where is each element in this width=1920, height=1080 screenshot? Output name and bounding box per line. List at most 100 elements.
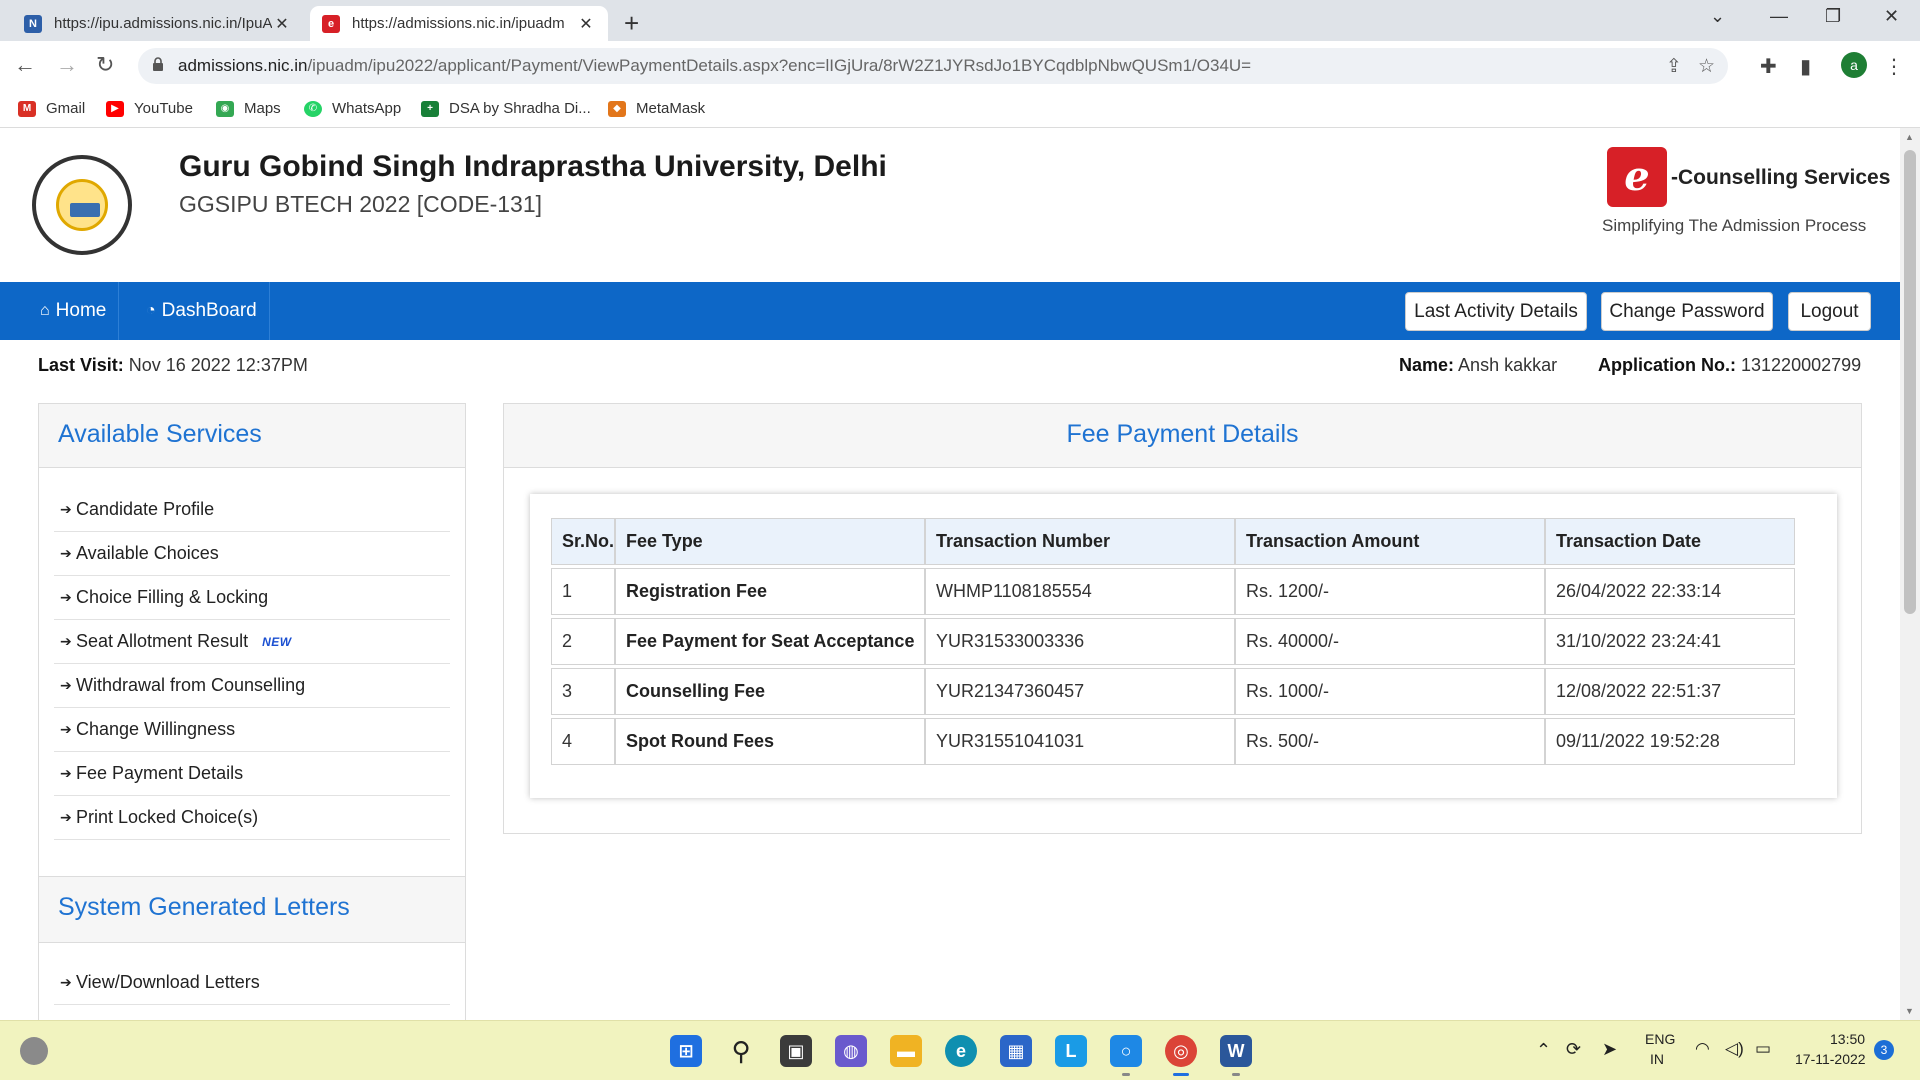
cell-transaction-number: YUR21347360457	[925, 668, 1235, 715]
clock-time[interactable]: 13:50	[1830, 1031, 1865, 1047]
forward-arrow-icon[interactable]: →	[56, 52, 78, 78]
letters-panel: System Generated Letters ➔ View/Download …	[38, 876, 466, 1020]
page-scrollbar[interactable]: ▲ ▼	[1900, 128, 1920, 1020]
windows-start-icon[interactable]: ⊞	[670, 1035, 702, 1067]
table-row: 3 Counselling Fee YUR21347360457 Rs. 100…	[551, 668, 1805, 715]
browser-tab-1[interactable]: N https://ipu.admissions.nic.in/IpuA ✕	[12, 6, 304, 41]
volume-icon[interactable]: ◁)	[1725, 1039, 1744, 1059]
close-tab-icon[interactable]: ✕	[576, 14, 596, 34]
nav-dashboard[interactable]: ◔ DashBoard	[136, 282, 270, 340]
bookmarks-bar: M Gmail ▶ YouTube ◉ Maps ✆ WhatsApp + DS…	[0, 90, 1920, 128]
profile-avatar[interactable]: a	[1841, 52, 1867, 78]
whatsapp-icon: ✆	[304, 100, 322, 117]
file-explorer-icon[interactable]: ▬	[890, 1035, 922, 1067]
cell-date: 09/11/2022 19:52:28	[1545, 718, 1795, 765]
word-icon[interactable]: W	[1220, 1035, 1252, 1067]
bookmark-star-icon[interactable]: ☆	[1698, 55, 1715, 78]
arrow-right-icon: ➔	[60, 545, 72, 561]
cell-srno: 2	[551, 618, 615, 665]
cell-transaction-number: YUR31551041031	[925, 718, 1235, 765]
menu-kebab-icon[interactable]: ⋮	[1884, 54, 1904, 79]
arrow-right-icon: ➔	[60, 974, 72, 990]
service-choice-filling[interactable]: ➔ Choice Filling & Locking	[54, 576, 450, 620]
bookmark-gmail[interactable]: M Gmail	[18, 100, 85, 117]
bookmark-whatsapp[interactable]: ✆ WhatsApp	[304, 100, 401, 117]
cell-fee-type: Fee Payment for Seat Acceptance	[615, 618, 925, 665]
tab-title: https://ipu.admissions.nic.in/IpuA	[54, 15, 272, 32]
last-activity-button[interactable]: Last Activity Details	[1405, 292, 1587, 331]
arrow-right-icon: ➔	[60, 633, 72, 649]
chrome-icon[interactable]: ◎	[1165, 1035, 1197, 1067]
panel-title: Fee Payment Details	[1066, 420, 1299, 448]
service-available-choices[interactable]: ➔ Available Choices	[54, 532, 450, 576]
browser-tab-2[interactable]: e https://admissions.nic.in/ipuadm ✕	[310, 6, 608, 41]
windows-taskbar: ⊞ ⚲ ▣ ◍ ▬ e ▦ L ○ ◎ W ⌃ ⟳ ➤ ENG IN ◠ ◁) …	[0, 1020, 1920, 1080]
reload-icon[interactable]: ↻	[96, 52, 114, 78]
weather-widget-icon[interactable]	[20, 1037, 48, 1065]
sync-icon[interactable]: ⟳	[1566, 1039, 1581, 1060]
tray-chevron-up-icon[interactable]: ⌃	[1536, 1040, 1551, 1061]
notification-badge[interactable]: 3	[1874, 1040, 1894, 1060]
column-header: Transaction Date	[1545, 518, 1795, 565]
input-region[interactable]: IN	[1650, 1051, 1664, 1067]
location-icon[interactable]: ➤	[1602, 1039, 1617, 1060]
service-withdrawal[interactable]: ➔ Withdrawal from Counselling	[54, 664, 450, 708]
bookmark-dsa[interactable]: + DSA by Shradha Di...	[421, 100, 591, 117]
panel-title: Available Services	[58, 420, 262, 448]
column-header: Transaction Amount	[1235, 518, 1545, 565]
store-icon[interactable]: ▦	[1000, 1035, 1032, 1067]
arrow-right-icon: ➔	[60, 501, 72, 517]
minimize-icon[interactable]: —	[1770, 6, 1788, 27]
arrow-right-icon: ➔	[60, 765, 72, 781]
extensions-puzzle-icon[interactable]: ✚	[1760, 54, 1777, 79]
edge-browser-icon[interactable]: e	[945, 1035, 977, 1067]
task-view-icon[interactable]: ▣	[780, 1035, 812, 1067]
share-icon[interactable]: ⇪	[1666, 55, 1682, 78]
service-candidate-profile[interactable]: ➔ Candidate Profile	[54, 488, 450, 532]
app-ring-icon[interactable]: ○	[1110, 1035, 1142, 1067]
service-seat-allotment[interactable]: ➔ Seat Allotment Result NEW	[54, 620, 450, 664]
arrow-right-icon: ➔	[60, 721, 72, 737]
arrow-right-icon: ➔	[60, 809, 72, 825]
l-app-icon[interactable]: L	[1055, 1035, 1087, 1067]
university-name: Guru Gobind Singh Indraprastha Universit…	[179, 150, 887, 183]
service-change-willingness[interactable]: ➔ Change Willingness	[54, 708, 450, 752]
cell-fee-type: Registration Fee	[615, 568, 925, 615]
service-fee-payment[interactable]: ➔ Fee Payment Details	[54, 752, 450, 796]
wifi-icon[interactable]: ◠	[1695, 1039, 1710, 1059]
clock-date[interactable]: 17-11-2022	[1795, 1051, 1866, 1067]
side-panel-icon[interactable]: ▮	[1800, 54, 1811, 79]
chat-icon[interactable]: ◍	[835, 1035, 867, 1067]
cell-amount: Rs. 1000/-	[1235, 668, 1545, 715]
cell-srno: 1	[551, 568, 615, 615]
battery-icon[interactable]: ▭	[1755, 1039, 1771, 1059]
close-tab-icon[interactable]: ✕	[272, 14, 292, 34]
restore-icon[interactable]: ❐	[1825, 6, 1841, 27]
fee-payment-panel: Fee Payment Details Sr.No. Fee Type Tran…	[503, 403, 1862, 834]
scrollbar-thumb[interactable]	[1904, 150, 1916, 614]
lock-icon	[153, 57, 163, 71]
bookmark-maps[interactable]: ◉ Maps	[216, 100, 281, 117]
logout-button[interactable]: Logout	[1788, 292, 1871, 331]
home-icon: ⌂	[40, 302, 50, 319]
tab-search-chevron-icon[interactable]: ⌄	[1710, 6, 1725, 27]
nav-home[interactable]: ⌂ Home	[40, 282, 120, 340]
scroll-down-arrow-icon[interactable]: ▼	[1905, 1006, 1914, 1016]
letters-view-download[interactable]: ➔ View/Download Letters	[54, 961, 450, 1005]
back-arrow-icon[interactable]: ←	[14, 52, 36, 78]
cell-date: 26/04/2022 22:33:14	[1545, 568, 1795, 615]
search-icon[interactable]: ⚲	[725, 1035, 757, 1067]
scroll-up-arrow-icon[interactable]: ▲	[1905, 132, 1914, 142]
input-language[interactable]: ENG	[1645, 1031, 1675, 1047]
change-password-button[interactable]: Change Password	[1601, 292, 1773, 331]
service-print-locked[interactable]: ➔ Print Locked Choice(s)	[54, 796, 450, 840]
cell-srno: 3	[551, 668, 615, 715]
bookmark-metamask[interactable]: ◆ MetaMask	[608, 100, 705, 117]
address-bar[interactable]: admissions.nic.in/ipuadm/ipu2022/applica…	[138, 48, 1728, 84]
new-tab-plus-icon[interactable]: +	[624, 8, 639, 39]
close-window-icon[interactable]: ✕	[1884, 6, 1899, 27]
last-visit: Last Visit: Nov 16 2022 12:37PM	[38, 355, 308, 375]
web-page: Guru Gobind Singh Indraprastha Universit…	[0, 128, 1900, 1020]
bookmark-youtube[interactable]: ▶ YouTube	[106, 100, 193, 117]
ecounselling-favicon-icon: e	[322, 14, 340, 33]
